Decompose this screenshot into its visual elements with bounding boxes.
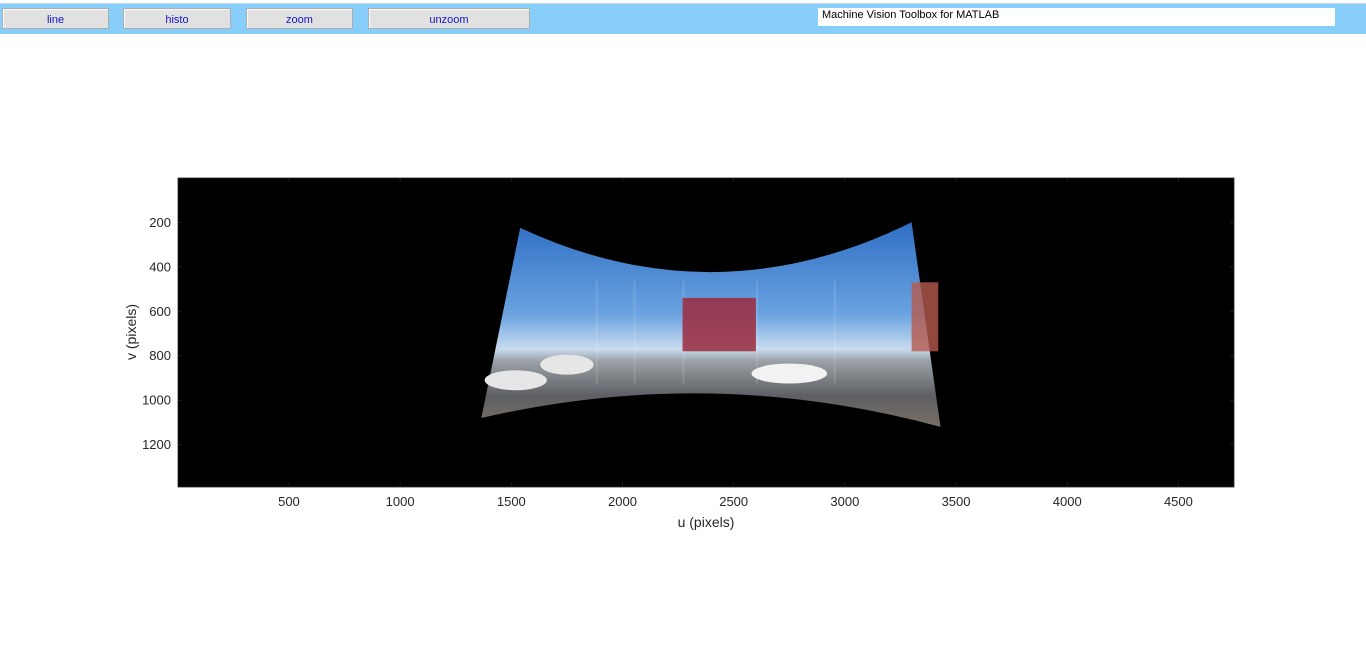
- building-shape: [682, 297, 756, 352]
- x-tick-labels: 500 1000 1500 2000 2500 3000 3500 4000 4500: [278, 494, 1193, 509]
- right-building-shape: [911, 282, 939, 352]
- x-tick-label: 2500: [719, 494, 748, 509]
- x-tick-label: 2000: [608, 494, 637, 509]
- x-tick-label: 4500: [1164, 494, 1193, 509]
- x-tick-label: 1500: [497, 494, 526, 509]
- toolbar: line histo zoom unzoom Machine Vision To…: [0, 3, 1366, 34]
- histo-button[interactable]: histo: [123, 8, 231, 29]
- zoom-button[interactable]: zoom: [246, 8, 353, 29]
- x-tick-label: 3000: [830, 494, 859, 509]
- stitch-seam: [833, 280, 836, 385]
- y-tick-labels: 200 400 600 800 1000 1200: [142, 215, 171, 452]
- x-axis-label: u (pixels): [678, 514, 735, 530]
- stitch-seam: [633, 280, 636, 385]
- car-shape: [484, 370, 547, 391]
- x-tick-label: 500: [278, 494, 300, 509]
- car-shape: [540, 354, 594, 375]
- car-shape: [751, 363, 828, 384]
- x-tick-label: 3500: [942, 494, 971, 509]
- x-tick-label: 4000: [1053, 494, 1082, 509]
- toolbox-title-field: Machine Vision Toolbox for MATLAB: [818, 8, 1335, 26]
- y-tick-label: 1000: [142, 393, 171, 408]
- y-tick-label: 200: [149, 215, 171, 230]
- x-tick-label: 1000: [386, 494, 415, 509]
- y-tick-label: 800: [149, 348, 171, 363]
- figure-canvas: 500 1000 1500 2000 2500 3000 3500 4000 4500 200 4…: [123, 177, 1235, 530]
- line-button[interactable]: line: [2, 8, 109, 29]
- y-tick-label: 400: [149, 259, 171, 274]
- unzoom-button[interactable]: unzoom: [368, 8, 530, 29]
- y-tick-label: 1200: [142, 437, 171, 452]
- y-axis-label: v (pixels): [123, 304, 139, 360]
- y-tick-label: 600: [149, 304, 171, 319]
- stitch-seam: [595, 280, 598, 385]
